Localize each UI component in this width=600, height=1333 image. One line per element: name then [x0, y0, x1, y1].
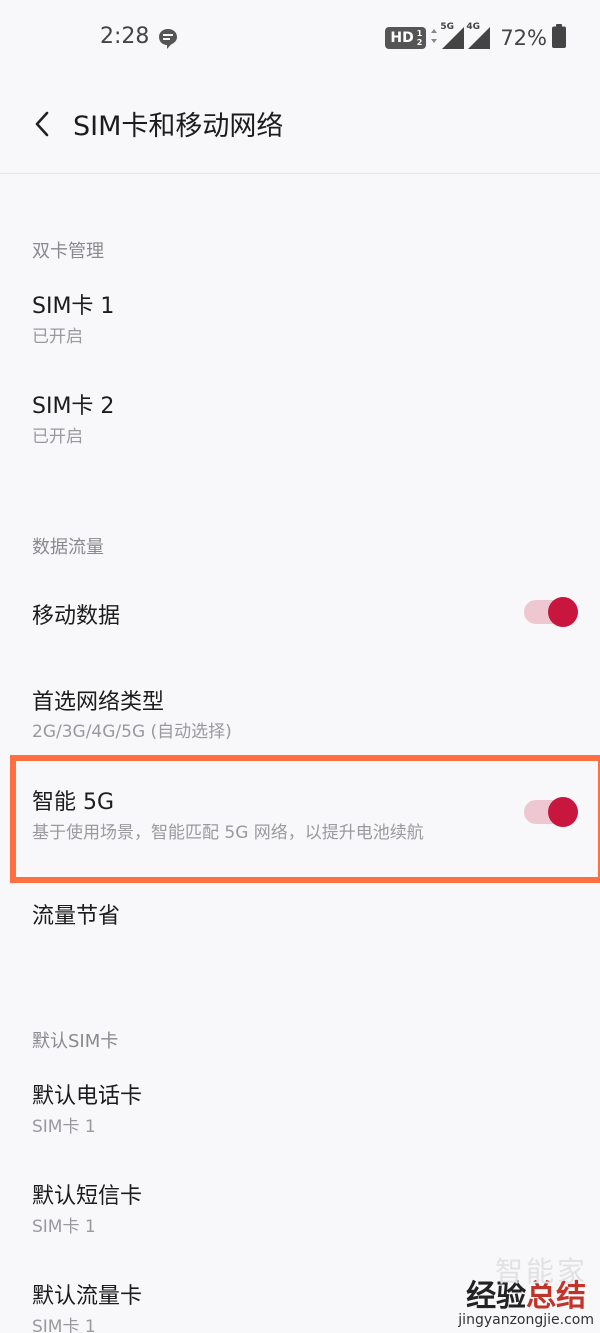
watermark: 智能家 经验总结 jingyanzongjie.com [458, 1257, 594, 1328]
preferred-network-title: 首选网络类型 [32, 690, 165, 715]
battery-icon [552, 24, 566, 52]
back-arrow-icon [35, 111, 49, 137]
default-sms-title: 默认短信卡 [32, 1184, 143, 1209]
signal-strength-icon [468, 27, 491, 49]
hd-voice-badge: HD 1 2 [385, 27, 427, 49]
hd-label: HD [390, 30, 414, 46]
message-notification-icon [158, 28, 178, 50]
default-data-value: SIM卡 1 [32, 1317, 96, 1333]
sim2-title: SIM卡 2 [32, 394, 115, 419]
sim1-signal: 5G [440, 22, 465, 51]
app-bar: SIM卡和移动网络 [0, 78, 600, 174]
mobile-data-title: 移动数据 [32, 604, 121, 629]
hd-fraction-top: 1 [416, 29, 423, 38]
sim1-title: SIM卡 1 [32, 294, 115, 319]
hd-fraction-bottom: 2 [416, 38, 423, 47]
data-saver-title: 流量节省 [32, 904, 121, 929]
status-bar: 2:28 HD 1 2 5G 4G 72% [0, 0, 600, 78]
watermark-top-text: 智能家 [494, 1255, 588, 1288]
status-time: 2:28 [100, 24, 150, 49]
watermark-url: jingyanzongjie.com [458, 1312, 594, 1328]
section-label-default-sim: 默认SIM卡 [32, 1031, 119, 1052]
sim1-status: 已开启 [32, 327, 83, 347]
sim2-signal: 4G [466, 22, 491, 51]
default-sms-value: SIM卡 1 [32, 1217, 96, 1237]
toggle-knob [548, 597, 578, 627]
default-calls-value: SIM卡 1 [32, 1117, 96, 1137]
default-data-title: 默认流量卡 [32, 1284, 143, 1309]
mobile-data-toggle[interactable] [524, 597, 578, 627]
page-title: SIM卡和移动网络 [73, 111, 284, 142]
battery-percent: 72% [500, 26, 547, 50]
default-calls-title: 默认电话卡 [32, 1084, 143, 1109]
smart-5g-description: 基于使用场景，智能匹配 5G 网络，以提升电池续航 [32, 823, 424, 843]
toggle-knob [548, 797, 578, 827]
signal-strength-icon [442, 27, 465, 49]
sim2-status: 已开启 [32, 427, 83, 447]
smart-5g-toggle[interactable] [524, 797, 578, 827]
settings-screen: 2:28 HD 1 2 5G 4G 72% SIM卡和移动网络 双卡管理 SIM… [0, 0, 600, 1333]
section-label-dual-sim: 双卡管理 [32, 241, 104, 262]
back-button[interactable] [26, 106, 58, 142]
data-activity-arrows-icon [430, 28, 438, 48]
section-label-data: 数据流量 [32, 537, 104, 558]
status-icons: HD 1 2 5G 4G 72% [385, 22, 566, 52]
hd-fraction: 1 2 [417, 29, 423, 47]
smart-5g-title: 智能 5G [32, 790, 115, 815]
preferred-network-value: 2G/3G/4G/5G (自动选择) [32, 722, 232, 742]
